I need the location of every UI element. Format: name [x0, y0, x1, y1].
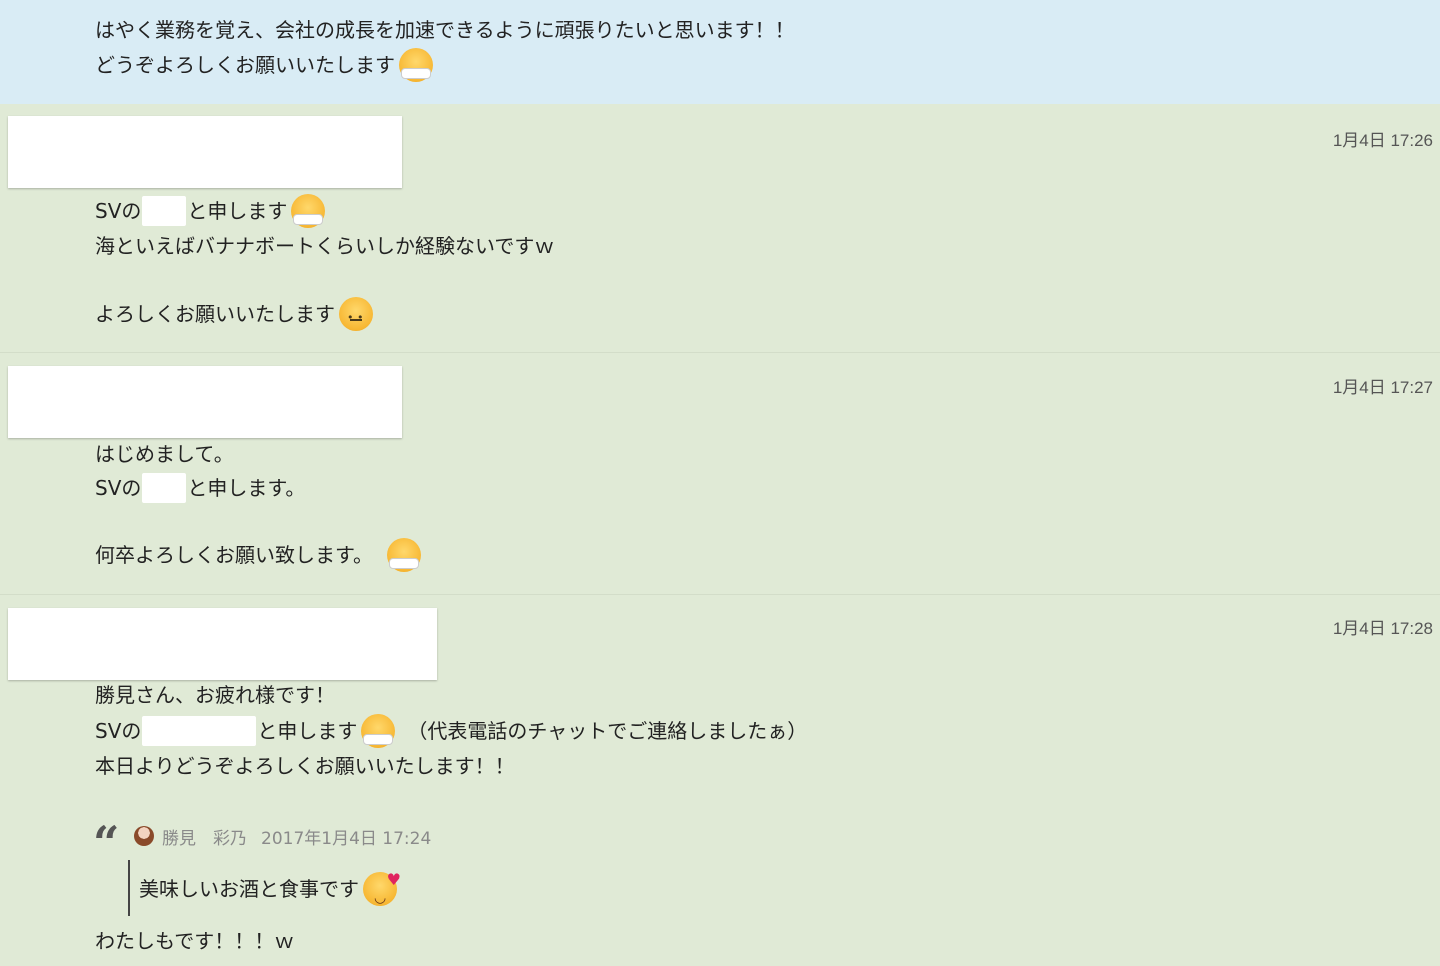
message-text: よろしくお願いいたします — [95, 297, 373, 332]
message-line: どうぞよろしくお願いいたします — [95, 53, 395, 77]
quote-icon: “ — [93, 816, 120, 870]
redacted-name — [142, 196, 187, 226]
message-line: 勝見さん、お疲れ様です！ — [95, 683, 335, 707]
quote-author[interactable]: 勝見 彩乃 — [162, 829, 247, 849]
message-text: SVの と申します。 — [95, 473, 305, 503]
message-line: と申します。 — [187, 476, 306, 500]
quote-text: 美味しいお酒と食事です — [139, 866, 401, 912]
message-timestamp: 1月4日 17:28 — [1332, 619, 1433, 638]
message-text: SVの と申します （代表電話のチャットでご連絡しましたぁ） — [95, 714, 808, 750]
quote-bar — [128, 860, 130, 916]
bowing-face-emoji — [387, 538, 421, 574]
redacted-name — [142, 716, 257, 746]
message-divider — [0, 594, 1440, 595]
smiling-face-with-hearts-emoji — [363, 866, 401, 912]
message-timestamp: 1月4日 17:27 — [1332, 378, 1433, 397]
message-timestamp: 1月4日 17:26 — [1332, 131, 1433, 150]
message-text: SVの と申します — [95, 194, 326, 230]
message-line: 美味しいお酒と食事です — [139, 877, 359, 901]
message-text: どうぞよろしくお願いいたします — [95, 48, 433, 84]
avatar[interactable] — [134, 826, 154, 846]
message-line: SVの — [95, 199, 142, 223]
message-line: （代表電話のチャットでご連絡しましたぁ） — [407, 719, 808, 743]
message-text: 何卒よろしくお願い致します。 — [95, 538, 421, 574]
neutral-face-emoji — [339, 297, 373, 332]
bowing-face-emoji — [291, 194, 326, 230]
bowing-face-emoji — [399, 48, 433, 84]
message-divider — [0, 352, 1440, 353]
message-line: 海といえばバナナボートくらいしか経験ないですｗ — [95, 234, 555, 258]
message-line: 何卒よろしくお願い致します。 — [95, 543, 373, 567]
message-line: わたしもです！！！ｗ — [95, 929, 295, 953]
bowing-face-emoji — [361, 714, 396, 750]
message-line: SVの — [95, 476, 142, 500]
quote-meta: 勝見 彩乃 2017年1月4日 17:24 — [162, 824, 431, 849]
message-text: 海といえばバナナボートくらいしか経験ないですｗ — [95, 232, 554, 260]
message-line: と申します — [257, 719, 358, 743]
message-text: はじめまして。 — [95, 440, 234, 468]
redacted-sender-name — [8, 116, 402, 188]
redacted-sender-name — [8, 366, 402, 438]
message-text: はやく業務を覚え、会社の成長を加速できるように頑張りたいと思います！！ — [95, 16, 795, 44]
message-text: 勝見さん、お疲れ様です！ — [95, 681, 335, 709]
message-line: よろしくお願いいたします — [95, 302, 335, 326]
message-line: SVの — [95, 719, 142, 743]
message-line: 本日よりどうぞよろしくお願いいたします！！ — [95, 754, 515, 778]
message-text: わたしもです！！！ｗ — [95, 927, 294, 955]
redacted-name — [142, 473, 187, 503]
message-line: と申します — [187, 199, 288, 223]
message-text: 本日よりどうぞよろしくお願いいたします！！ — [95, 752, 515, 780]
quote-date[interactable]: 2017年1月4日 17:24 — [261, 829, 431, 849]
message-line: はやく業務を覚え、会社の成長を加速できるように頑張りたいと思います！！ — [95, 18, 795, 42]
redacted-sender-name — [8, 608, 437, 680]
message-line: はじめまして。 — [95, 442, 234, 466]
